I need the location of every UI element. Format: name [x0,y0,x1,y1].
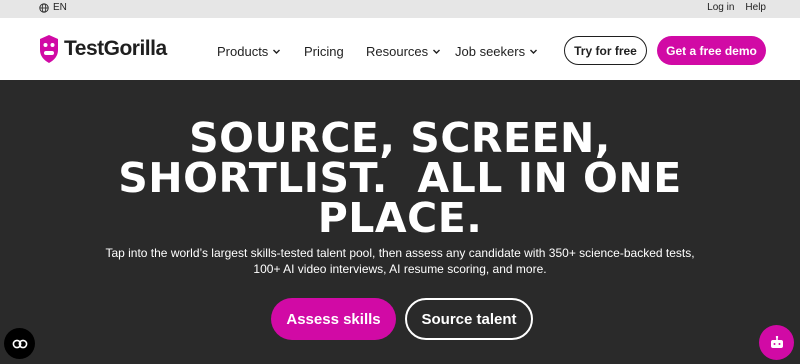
nav-resources-label: Resources [366,44,429,59]
nav-resources[interactable]: Resources [366,44,441,59]
gorilla-logo-icon [40,35,58,63]
main-header: TestGorilla Products Pricing Resources J… [0,18,800,80]
free-demo-button[interactable]: Get a free demo [657,36,766,65]
hero-title-line: PLACE. [317,194,483,242]
nav-products-label: Products [217,44,269,59]
hero-title: SOURCE, SCREEN, SHORTLIST. ALL IN ONE PL… [0,114,800,242]
hero-title-line: SHORTLIST. ALL IN ONE [118,154,682,202]
nav-job-seekers[interactable]: Job seekers [455,44,538,59]
nav-products[interactable]: Products [217,44,281,59]
chat-bot-button[interactable] [759,325,794,360]
nav-pricing[interactable]: Pricing [304,44,344,59]
chevron-down-icon [530,49,538,54]
logo[interactable]: TestGorilla [38,34,167,64]
language-selector[interactable]: EN [39,2,67,13]
logo-text: TestGorilla [64,37,167,60]
chat-bot-icon [770,335,783,348]
accessibility-icon [12,339,27,348]
accessibility-button[interactable] [4,328,35,359]
assess-skills-button[interactable]: Assess skills [271,298,396,340]
hero-subtitle-line: 100+ AI video interviews, AI resume scor… [253,262,547,276]
language-label: EN [53,2,67,13]
chevron-down-icon [273,49,281,54]
login-link[interactable]: Log in [707,2,734,13]
utility-bar: EN Log in Help [0,0,800,18]
hero-subtitle-line: Tap into the world’s largest skills-test… [105,246,695,260]
hero-title-line: SOURCE, SCREEN, [189,114,611,162]
globe-icon [39,2,49,13]
nav-job-seekers-label: Job seekers [455,44,526,59]
nav-pricing-label: Pricing [304,44,344,59]
chevron-down-icon [433,49,441,54]
try-free-button[interactable]: Try for free [564,36,647,65]
source-talent-button[interactable]: Source talent [405,298,533,340]
help-link[interactable]: Help [745,2,766,13]
hero-section: SOURCE, SCREEN, SHORTLIST. ALL IN ONE PL… [0,80,800,364]
hero-subtitle: Tap into the world’s largest skills-test… [80,245,720,277]
